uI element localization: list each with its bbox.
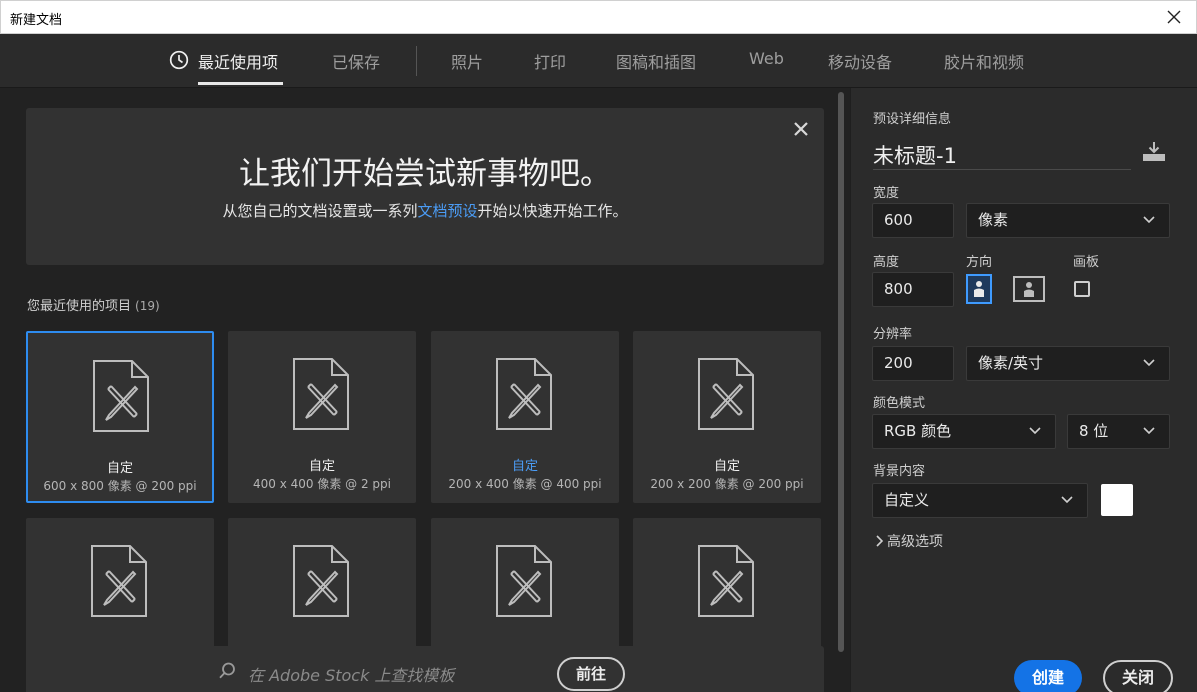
- document-icon: [698, 545, 754, 617]
- save-preset-icon[interactable]: [1141, 140, 1167, 162]
- clock-icon: [169, 50, 189, 70]
- recent-item-name: 自定: [713, 459, 740, 474]
- scrollbar[interactable]: [838, 92, 844, 652]
- portrait-icon[interactable]: [966, 274, 992, 304]
- recent-items-title: 您最近使用的项目 (19): [27, 295, 160, 314]
- resolution-input[interactable]: 200: [872, 346, 954, 381]
- welcome-heading: 让我们开始尝试新事物吧。: [239, 156, 611, 192]
- height-input[interactable]: 800: [872, 272, 954, 307]
- document-presets-link[interactable]: 文档预设: [417, 202, 477, 220]
- resolution-unit-select[interactable]: 像素/英寸: [966, 346, 1170, 381]
- tab-film-video[interactable]: 胶片和视频: [944, 49, 1024, 73]
- background-label: 背景内容: [873, 464, 926, 479]
- title-bar: 新建文档: [0, 0, 1197, 34]
- recent-area: 让我们开始尝试新事物吧。 从您自己的文档设置或一系列文档预设开始以快速开始工作。…: [0, 88, 850, 692]
- document-icon: [496, 545, 552, 617]
- preset-details-title: 预设详细信息: [873, 112, 952, 127]
- document-icon: [293, 358, 349, 430]
- tab-mobile[interactable]: 移动设备: [828, 49, 892, 73]
- close-button[interactable]: 关闭: [1103, 660, 1173, 692]
- recent-item-meta: 600 x 800 像素 @ 200 ppi: [43, 479, 197, 493]
- tab-web[interactable]: Web: [749, 49, 784, 68]
- background-select[interactable]: 自定义: [872, 483, 1088, 518]
- recent-item-card[interactable]: 自定 400 x 400 像素 @ 2 ppi: [228, 331, 416, 503]
- document-name-underline: [873, 169, 1131, 170]
- welcome-text-before: 从您自己的文档设置或一系列: [222, 202, 418, 220]
- recent-item-card[interactable]: 自定 600 x 800 像素 @ 200 ppi: [26, 331, 214, 503]
- recent-item-name: 自定: [308, 459, 335, 474]
- chevron-down-icon: [1061, 496, 1073, 504]
- recent-item-meta: 200 x 400 像素 @ 400 ppi: [448, 477, 602, 491]
- document-icon: [496, 358, 552, 430]
- color-mode-value: RGB 颜色: [884, 422, 952, 440]
- width-label: 宽度: [873, 186, 900, 201]
- background-value: 自定义: [884, 491, 930, 509]
- recent-title-label: 您最近使用的项目: [27, 299, 132, 314]
- tab-recent[interactable]: 最近使用项: [198, 49, 278, 73]
- tab-saved[interactable]: 已保存: [332, 49, 380, 73]
- stock-search-input[interactable]: 在 Adobe Stock 上查找模板: [248, 662, 454, 686]
- background-color-swatch[interactable]: [1101, 484, 1133, 516]
- close-icon[interactable]: [1164, 7, 1184, 27]
- resolution-unit-value: 像素/英寸: [978, 354, 1044, 372]
- welcome-text: 从您自己的文档设置或一系列文档预设开始以快速开始工作。: [26, 200, 824, 221]
- document-icon: [293, 545, 349, 617]
- chevron-down-icon: [1143, 427, 1155, 435]
- resolution-label: 分辨率: [873, 327, 913, 342]
- height-label: 高度: [873, 255, 900, 270]
- recent-item-name: 自定: [511, 459, 538, 474]
- width-input[interactable]: 600: [872, 203, 954, 238]
- landscape-icon[interactable]: [1013, 276, 1045, 302]
- close-icon[interactable]: [792, 120, 810, 138]
- document-name-input[interactable]: 未标题-1: [873, 140, 957, 170]
- tab-print[interactable]: 打印: [534, 49, 566, 73]
- tab-divider: [416, 46, 417, 76]
- tab-art-illustration[interactable]: 图稿和插图: [616, 49, 696, 73]
- recent-count: (19): [135, 299, 160, 313]
- tab-photo[interactable]: 照片: [451, 49, 483, 73]
- artboard-checkbox[interactable]: [1074, 281, 1090, 297]
- document-icon: [698, 358, 754, 430]
- advanced-options-label: 高级选项: [887, 534, 943, 550]
- welcome-banner: 让我们开始尝试新事物吧。 从您自己的文档设置或一系列文档预设开始以快速开始工作。: [26, 108, 824, 265]
- width-unit-value: 像素: [978, 211, 1009, 229]
- active-tab-indicator: [198, 82, 283, 85]
- document-icon: [91, 545, 147, 617]
- color-mode-select[interactable]: RGB 颜色: [872, 414, 1056, 449]
- recent-item-card[interactable]: 自定 200 x 200 像素 @ 200 ppi: [633, 331, 821, 503]
- recent-item-card[interactable]: 自定 200 x 400 像素 @ 400 ppi: [431, 331, 619, 503]
- chevron-down-icon: [1143, 216, 1155, 224]
- chevron-down-icon: [1029, 427, 1041, 435]
- search-icon: [219, 662, 235, 679]
- welcome-text-after: 开始以快速开始工作。: [477, 202, 628, 220]
- bit-depth-select[interactable]: 8 位: [1067, 414, 1170, 449]
- artboard-label: 画板: [1073, 255, 1100, 270]
- window-title: 新建文档: [10, 13, 63, 28]
- adobe-stock-bar: 在 Adobe Stock 上查找模板 前往: [26, 646, 824, 692]
- recent-item-meta: 400 x 400 像素 @ 2 ppi: [252, 477, 391, 491]
- bit-depth-value: 8 位: [1079, 422, 1109, 440]
- recent-item-meta: 200 x 200 像素 @ 200 ppi: [650, 477, 804, 491]
- color-mode-label: 颜色模式: [873, 396, 926, 411]
- recent-item-name: 自定: [106, 461, 133, 476]
- width-unit-select[interactable]: 像素: [966, 203, 1170, 238]
- chevron-right-icon: [876, 535, 884, 547]
- create-button[interactable]: 创建: [1014, 660, 1082, 692]
- go-button[interactable]: 前往: [557, 657, 625, 691]
- document-icon: [93, 360, 149, 432]
- preset-details-panel: 预设详细信息 未标题-1 宽度 600 像素 高度 方向 画板 800 分辨率 …: [851, 88, 1197, 692]
- advanced-options-toggle[interactable]: 高级选项: [875, 531, 943, 551]
- orientation-label: 方向: [966, 255, 993, 270]
- chevron-down-icon: [1143, 359, 1155, 367]
